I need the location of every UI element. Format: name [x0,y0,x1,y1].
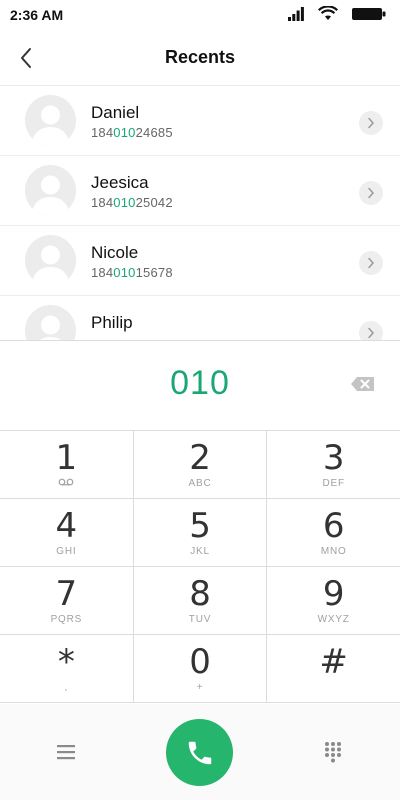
key-star[interactable]: * , [0,635,134,702]
number-match: 010 [113,125,136,140]
key-8[interactable]: 8 TUV [134,567,268,634]
list-item[interactable]: Daniel 18401024685 [0,86,400,156]
menu-icon [57,745,75,760]
contact-number: 18401025042 [91,195,173,210]
key-digit: 3 [322,438,345,478]
keypad-toggle-button[interactable] [322,741,344,763]
key-digit: 8 [189,574,211,614]
key-5[interactable]: 5 JKL [134,499,268,566]
key-digit: 7 [55,574,78,614]
chevron-right-icon [368,187,375,199]
key-digit: 5 [189,506,211,546]
number-prefix: 184 [91,195,114,210]
key-1[interactable]: 1 [0,431,134,498]
key-6[interactable]: 6 MNO [267,499,400,566]
status-time: 2:36 AM [10,7,64,23]
keypad-row: 4 GHI 5 JKL 6 MNO [0,499,400,567]
key-letters: + [196,682,204,693]
number-suffix: 24685 [135,125,173,140]
key-letters: JKL [190,546,210,557]
bottom-bar [0,704,400,800]
number-suffix: 15678 [135,265,173,280]
avatar [25,305,76,340]
key-7[interactable]: 7 PQRS [0,567,134,634]
number-prefix: 184 [91,265,114,280]
person-icon [25,235,76,286]
contact-name: Philip [91,313,133,332]
contact-name: Daniel [91,103,140,122]
backspace-icon [351,377,374,391]
person-icon [25,165,76,216]
header: Recents [0,30,400,86]
key-digit: 9 [322,574,345,614]
dialed-number: 010 [170,364,230,402]
backspace-button[interactable] [349,374,377,394]
contact-detail-button[interactable] [359,251,383,275]
key-digit: 6 [322,506,345,546]
contact-number: 18401015678 [91,265,173,280]
avatar [25,165,76,216]
key-4[interactable]: 4 GHI [0,499,134,566]
contact-detail-button[interactable] [359,111,383,135]
key-letters: DEF [322,478,345,489]
key-letters: ABC [188,478,212,489]
key-digit: 0 [189,642,211,682]
chevron-right-icon [368,257,375,269]
keypad-row: * , 0 + # [0,635,400,703]
list-item[interactable]: Jeesica 18401025042 [0,156,400,226]
key-sub [0,478,133,486]
key-letters: PQRS [50,614,83,625]
key-9[interactable]: 9 WXYZ [267,567,400,634]
contact-detail-button[interactable] [359,321,383,340]
key-0[interactable]: 0 + [134,635,268,702]
key-letters: , [64,682,69,693]
status-bar: 2:36 AM [0,0,400,30]
battery-icon [352,7,386,20]
status-icons [288,6,386,21]
key-2[interactable]: 2 ABC [134,431,268,498]
call-button[interactable] [166,719,233,786]
chevron-right-icon [368,117,375,129]
key-letters: WXYZ [317,614,350,625]
number-prefix: 184 [91,125,114,140]
page-title: Recents [164,47,236,67]
key-letters: MNO [320,546,347,557]
keypad-row: 1 2 ABC 3 DEF [0,431,400,499]
signal-icon [288,6,304,21]
number-match: 010 [113,265,136,280]
dial-display: 010 [0,340,400,431]
person-icon [25,95,76,146]
key-digit: 1 [55,438,78,478]
wifi-icon [318,6,338,20]
key-digit: 2 [189,438,211,478]
keypad: 1 2 ABC 3 DEF 4 GHI 5 JKL 6 MNO 7 PQRS 8… [0,431,400,703]
contact-name: Nicole [91,243,139,262]
key-digit: 4 [55,506,78,546]
phone-icon [188,741,211,764]
voicemail-icon [58,478,74,486]
chevron-right-icon [368,327,375,339]
contact-name: Jeesica [91,173,149,192]
number-suffix: 25042 [135,195,173,210]
menu-button[interactable] [55,742,77,762]
contact-number: 18401024685 [91,125,173,140]
keypad-row: 7 PQRS 8 TUV 9 WXYZ [0,567,400,635]
key-hash[interactable]: # [267,635,400,702]
contact-detail-button[interactable] [359,181,383,205]
key-digit: # [319,642,348,682]
list-item[interactable]: Philip [0,296,400,340]
key-letters: GHI [56,546,77,557]
key-3[interactable]: 3 DEF [267,431,400,498]
dialpad-icon [325,742,341,763]
recents-list[interactable]: Daniel 18401024685 Jeesica 18401025042 N… [0,86,400,340]
key-letters: TUV [188,614,212,625]
avatar [25,95,76,146]
key-digit: * [57,642,75,682]
avatar [25,235,76,286]
person-icon [25,305,76,340]
number-match: 010 [113,195,136,210]
list-item[interactable]: Nicole 18401015678 [0,226,400,296]
